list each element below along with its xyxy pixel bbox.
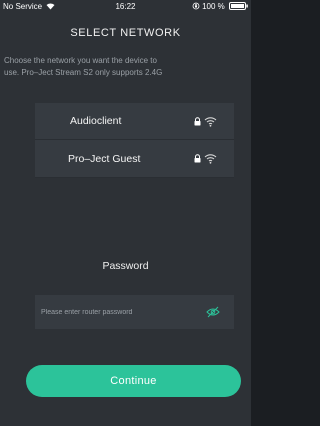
instructions-text: Choose the network you want the device t… <box>4 55 250 79</box>
password-input[interactable] <box>41 295 191 329</box>
network-icons <box>194 115 217 127</box>
continue-button[interactable]: Continue <box>26 365 241 397</box>
wifi-icon <box>204 154 217 164</box>
network-item-project-guest[interactable]: Pro–Ject Guest <box>35 140 234 178</box>
network-name: Pro–Ject Guest <box>68 152 141 165</box>
status-bar: No Service 16:22 100 % <box>0 0 251 14</box>
network-name: Audioclient <box>70 115 122 127</box>
battery-status: 100 % <box>192 0 248 14</box>
select-network-screen: No Service 16:22 100 % SELECT NETWORK Ch… <box>0 0 251 426</box>
instruction-line-2: use. Pro–Ject Stream S2 only supports 2.… <box>4 68 163 77</box>
eye-off-icon[interactable] <box>206 306 220 318</box>
network-icons <box>194 153 217 165</box>
password-label: Password <box>102 260 149 272</box>
page-title: SELECT NETWORK <box>70 27 181 39</box>
network-item-audioclient[interactable]: Audioclient <box>35 103 234 140</box>
instruction-line-1: Choose the network you want the device t… <box>4 56 157 65</box>
orientation-lock-icon <box>192 2 200 10</box>
wifi-icon <box>204 116 217 127</box>
battery-icon <box>229 2 248 10</box>
lock-icon <box>194 117 201 126</box>
password-field <box>35 295 234 329</box>
network-list: Audioclient Pro–Ject Guest <box>35 103 234 178</box>
lock-icon <box>194 154 201 163</box>
battery-percent: 100 % <box>202 2 225 11</box>
